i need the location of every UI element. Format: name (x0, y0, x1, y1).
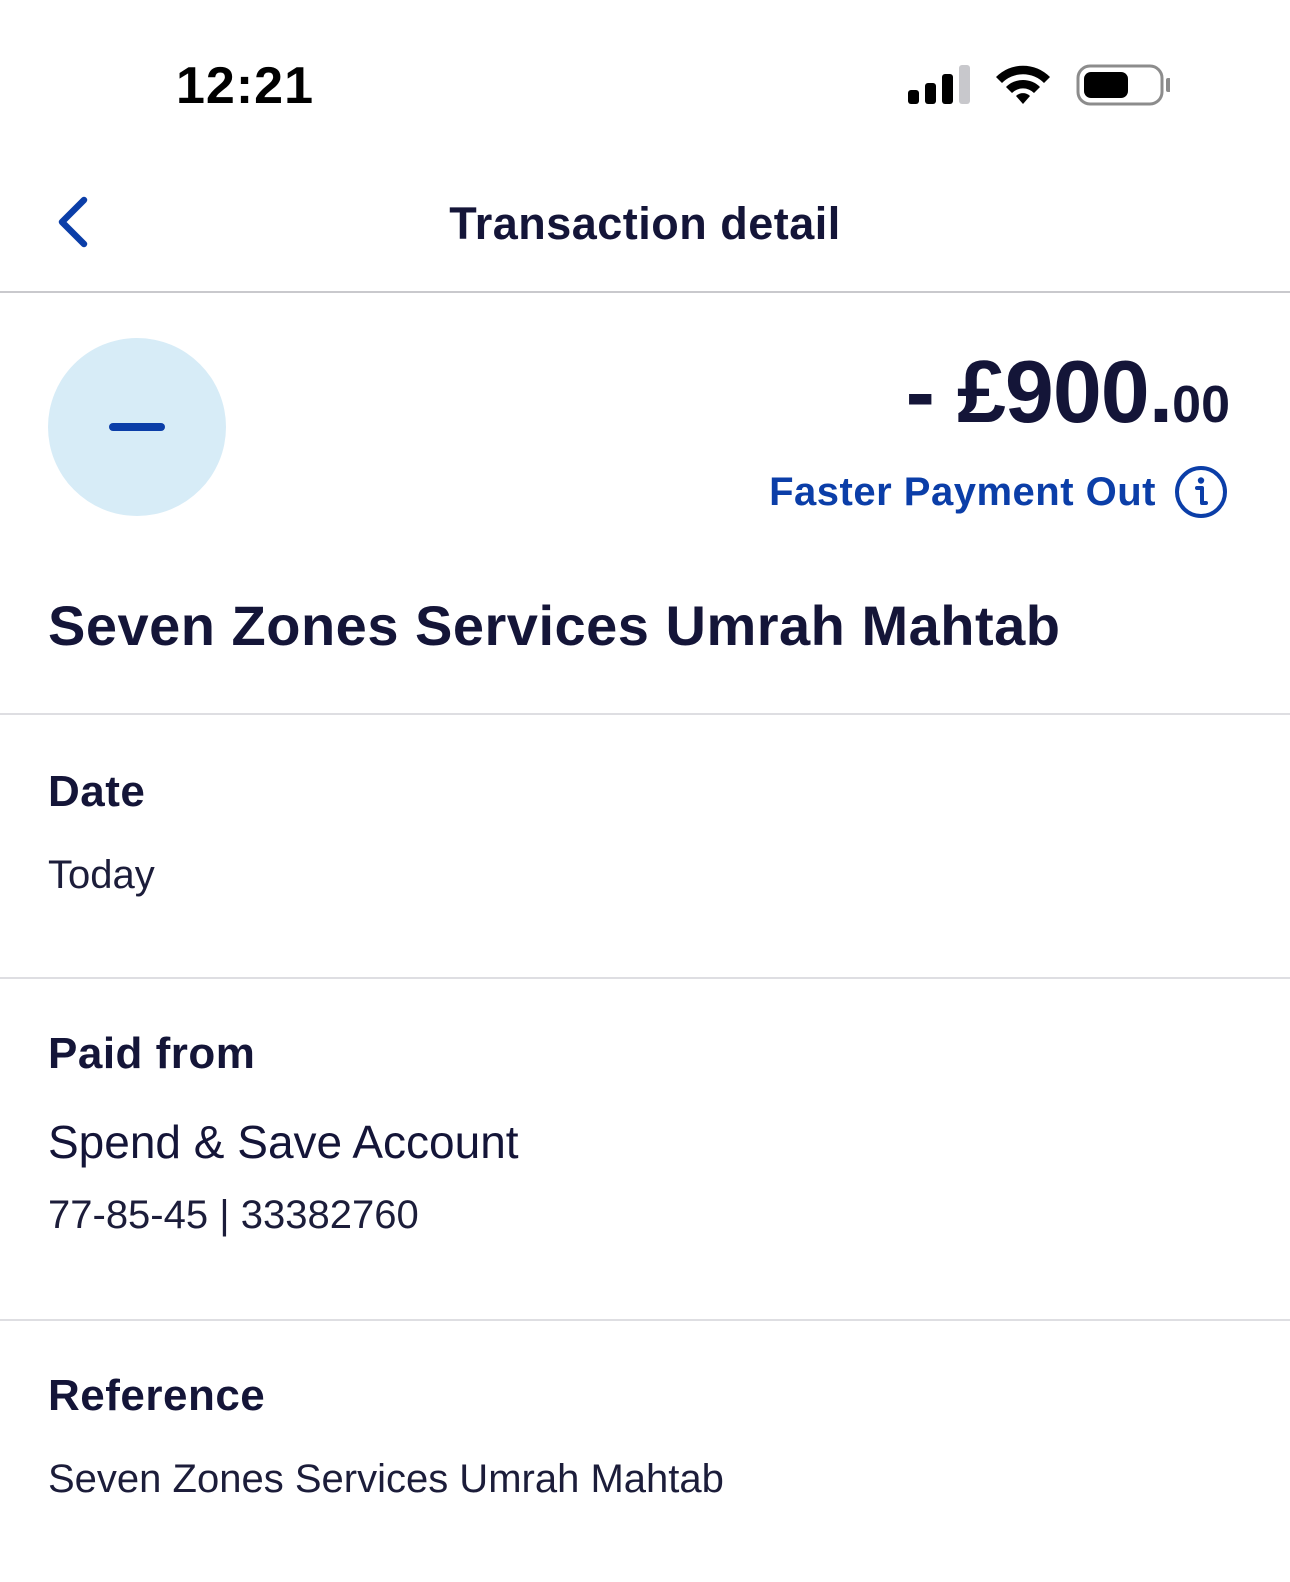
status-time: 12:21 (176, 57, 314, 115)
transaction-summary: - £900.00 Faster Payment Out Seven Zones … (0, 293, 1290, 715)
date-section: Date Today (0, 715, 1290, 979)
paid-from-section: Paid from Spend & Save Account 77-85-45 … (0, 979, 1290, 1321)
date-label: Date (48, 767, 146, 816)
amount-pence: 00 (1172, 376, 1230, 434)
status-icons (908, 62, 1171, 110)
minus-icon (109, 423, 165, 431)
cellular-signal-icon (908, 65, 970, 104)
status-bar: 12:21 (0, 0, 1290, 150)
wifi-icon (996, 65, 1050, 104)
payee-name: Seven Zones Services Umrah Mahtab (48, 594, 1061, 657)
info-icon[interactable] (1174, 465, 1228, 519)
header: Transaction detail (0, 150, 1290, 293)
account-name: Spend & Save Account (48, 1116, 519, 1168)
paid-from-label: Paid from (48, 1029, 256, 1078)
date-value: Today (48, 853, 155, 897)
account-numbers: 77-85-45 | 33382760 (48, 1193, 419, 1237)
amount-sign: - (905, 342, 935, 441)
amount-main: £900. (956, 342, 1173, 441)
reference-section: Reference Seven Zones Services Umrah Mah… (0, 1321, 1290, 1582)
transaction-amount: - £900.00 (906, 341, 1230, 443)
page-title: Transaction detail (449, 198, 841, 249)
battery-icon (1076, 64, 1171, 106)
reference-label: Reference (48, 1371, 266, 1420)
payment-type-label: Faster Payment Out (769, 469, 1156, 514)
reference-value: Seven Zones Services Umrah Mahtab (48, 1457, 724, 1501)
payment-type-info-button[interactable]: Faster Payment Out (769, 465, 1228, 519)
transaction-direction-icon (48, 338, 226, 516)
status-icons-svg (908, 64, 1171, 106)
